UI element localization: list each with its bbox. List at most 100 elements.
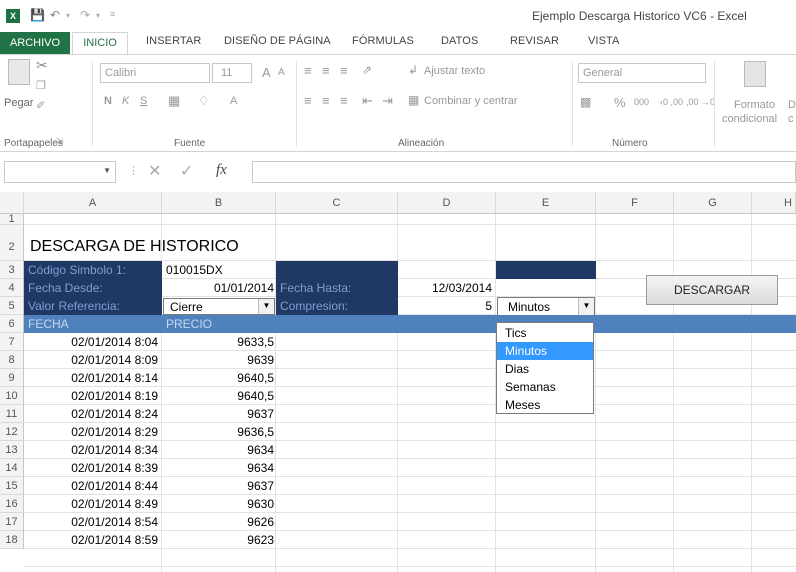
fecha-cell[interactable]: 02/01/2014 8:34 [26,443,158,457]
italic-button[interactable]: K [122,95,129,107]
wrap-text-icon[interactable]: ↲ [408,63,418,77]
styles-next-label[interactable]: D [788,99,796,111]
column-header-h[interactable]: H [752,192,796,214]
merge-center-icon[interactable]: ▦ [408,93,419,107]
redo-dropdown-icon[interactable]: ▾ [96,11,100,20]
unit-option[interactable]: Meses [497,396,593,414]
undo-dropdown-icon[interactable]: ▾ [66,11,70,20]
increase-indent-icon[interactable]: ⇥ [382,93,393,109]
align-left-icon[interactable]: ≡ [304,93,312,108]
fecha-cell[interactable]: 02/01/2014 8:29 [26,425,158,439]
unit-option[interactable]: Tics [497,324,593,342]
formula-input[interactable] [252,161,796,183]
column-header-g[interactable]: G [674,192,752,214]
cancel-icon[interactable]: ✕ [148,161,161,181]
font-name-select[interactable]: Calibri [100,63,210,83]
align-top-icon[interactable]: ≡ [304,63,312,78]
precio-cell[interactable]: 9623 [164,533,274,547]
unit-option[interactable]: Semanas [497,378,593,396]
precio-cell[interactable]: 9630 [164,497,274,511]
fecha-cell[interactable]: 02/01/2014 8:04 [26,335,158,349]
align-right-icon[interactable]: ≡ [340,93,348,108]
decrease-indent-icon[interactable]: ⇤ [362,93,373,109]
font-size-select[interactable]: 11 [212,63,252,83]
fecha-cell[interactable]: 02/01/2014 8:14 [26,371,158,385]
codigo-value[interactable]: 010015DX [166,263,223,277]
percent-button[interactable]: % [614,95,626,110]
tab-revisar[interactable]: REVISAR [510,35,559,47]
redo-icon[interactable]: ↷ [80,8,90,22]
tab-archivo[interactable]: ARCHIVO [0,32,70,54]
currency-icon[interactable]: ▩ [580,95,591,109]
insert-function-icon[interactable]: fx [216,162,227,179]
precio-cell[interactable]: 9634 [164,443,274,457]
row-header-16[interactable]: 16 [0,495,24,513]
precio-cell[interactable]: 9640,5 [164,371,274,385]
copy-icon[interactable]: ❐ [36,79,46,92]
column-header-a[interactable]: A [24,192,162,214]
row-header-2[interactable]: 2 [0,225,24,261]
chevron-down-icon[interactable]: ▼ [578,298,594,315]
fecha-cell[interactable]: 02/01/2014 8:59 [26,533,158,547]
paste-label[interactable]: Pegar [4,97,33,109]
unit-option[interactable]: Minutos [497,342,593,360]
tab-diseno[interactable]: DISEÑO DE PÁGINA [224,35,331,47]
precio-cell[interactable]: 9639 [164,353,274,367]
borders-icon[interactable]: ▦ [168,93,180,109]
row-header-11[interactable]: 11 [0,405,24,423]
name-box[interactable]: ▼ [4,161,116,183]
valor-referencia-dropdown[interactable]: Cierre ▼ [163,298,275,315]
conditional-format-icon[interactable] [744,61,766,87]
row-header-5[interactable]: 5 [0,297,24,315]
fecha-cell[interactable]: 02/01/2014 8:49 [26,497,158,511]
undo-icon[interactable]: ↶ [50,8,60,22]
compresion-unit-dropdown[interactable]: Minutos ▼ [497,297,595,316]
fecha-cell[interactable]: 02/01/2014 8:54 [26,515,158,529]
select-all-corner[interactable] [0,192,24,214]
row-header-7[interactable]: 7 [0,333,24,351]
row-header-15[interactable]: 15 [0,477,24,495]
precio-cell[interactable]: 9633,5 [164,335,274,349]
unit-options-list[interactable]: Tics Minutos Dias Semanas Meses [496,322,594,414]
row-header-4[interactable]: 4 [0,279,24,297]
conditional-format-label-1[interactable]: Formato [734,99,775,111]
shrink-font-button[interactable]: A [278,67,285,78]
fecha-hasta-value[interactable]: 12/03/2014 [400,281,492,295]
tab-insertar[interactable]: INSERTAR [146,35,201,47]
row-header-3[interactable]: 3 [0,261,24,279]
row-header-12[interactable]: 12 [0,423,24,441]
grow-font-button[interactable]: A [262,65,271,80]
row-header-13[interactable]: 13 [0,441,24,459]
underline-button[interactable]: S [140,95,147,107]
fecha-cell[interactable]: 02/01/2014 8:44 [26,479,158,493]
number-format-select[interactable]: General [578,63,706,83]
tab-inicio[interactable]: INICIO [72,32,128,55]
orientation-icon[interactable]: ⇗ [362,63,372,77]
row-header-14[interactable]: 14 [0,459,24,477]
fill-color-icon[interactable]: ♢ [198,93,210,109]
align-middle-icon[interactable]: ≡ [322,63,330,78]
thousands-button[interactable]: 000 [634,97,649,107]
row-header-1[interactable]: 1 [0,214,24,225]
tab-datos[interactable]: DATOS [441,35,478,47]
tab-formulas[interactable]: FÓRMULAS [352,35,414,47]
fecha-cell[interactable]: 02/01/2014 8:19 [26,389,158,403]
unit-option[interactable]: Dias [497,360,593,378]
fecha-desde-value[interactable]: 01/01/2014 [166,281,274,295]
chevron-down-icon[interactable]: ▼ [258,299,274,314]
paste-icon[interactable] [8,59,30,85]
precio-cell[interactable]: 9637 [164,407,274,421]
precio-cell[interactable]: 9637 [164,479,274,493]
styles-next-label-2[interactable]: c [788,113,794,125]
precio-cell[interactable]: 9640,5 [164,389,274,403]
download-button[interactable]: DESCARGAR [646,275,778,305]
precio-cell[interactable]: 9636,5 [164,425,274,439]
column-header-b[interactable]: B [162,192,276,214]
customize-qat-icon[interactable]: ≡ [110,9,115,19]
column-header-c[interactable]: C [276,192,398,214]
cut-icon[interactable]: ✂ [36,57,48,74]
align-bottom-icon[interactable]: ≡ [340,63,348,78]
row-header-8[interactable]: 8 [0,351,24,369]
row-header-9[interactable]: 9 [0,369,24,387]
fecha-cell[interactable]: 02/01/2014 8:39 [26,461,158,475]
